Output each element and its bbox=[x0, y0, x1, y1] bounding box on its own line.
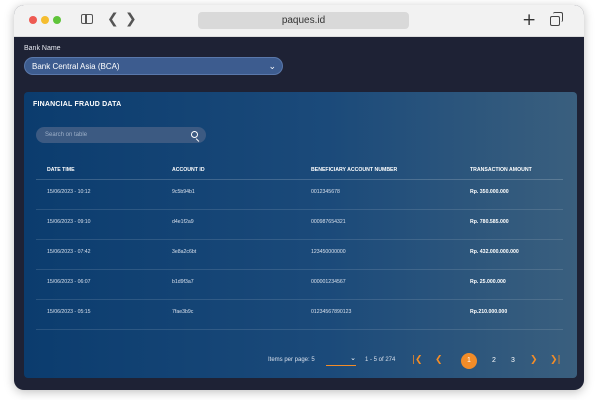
cell-account-id: 9c5b94b1 bbox=[172, 189, 195, 195]
cell-amount: Rp. 25.000.000 bbox=[470, 279, 506, 285]
cell-account-id: d4e1f2a9 bbox=[172, 219, 194, 225]
items-per-page-select[interactable]: ⌄ bbox=[326, 354, 356, 366]
table-row[interactable]: 15/06/2023 - 10:12 9c5b94b1 0012345678 R… bbox=[36, 180, 563, 210]
page-button-2[interactable]: 2 bbox=[486, 353, 502, 369]
column-header-amount[interactable]: TRANSACTION AMOUNT bbox=[470, 167, 532, 173]
table-row[interactable]: 15/06/2023 - 09:10 d4e1f2a9 000987654321… bbox=[36, 210, 563, 240]
column-header-account-id[interactable]: ACCOUNT ID bbox=[172, 167, 205, 173]
search-icon[interactable] bbox=[191, 131, 198, 138]
table-row[interactable]: 15/06/2023 - 07:42 3e8a2c6bt 12345000000… bbox=[36, 240, 563, 270]
fraud-data-panel: FINANCIAL FRAUD DATA Search on table DAT… bbox=[24, 92, 577, 378]
items-per-page-label: Items per page: 5 bbox=[268, 357, 315, 363]
cell-account-id: 3e8a2c6bt bbox=[172, 249, 197, 255]
cell-amount: Rp. 350.000.000 bbox=[470, 189, 509, 195]
last-page-icon[interactable]: ❯| bbox=[550, 353, 561, 367]
chevron-down-icon: ⌄ bbox=[350, 354, 356, 362]
column-header-beneficiary[interactable]: BENEFICIARY ACCOUNT NUMBER bbox=[311, 167, 397, 173]
cell-amount: Rp.210.000.000 bbox=[470, 309, 508, 315]
new-tab-plus-icon[interactable]: + bbox=[522, 10, 536, 30]
cell-beneficiary: 000001234567 bbox=[311, 279, 346, 285]
next-page-icon[interactable]: ❯ bbox=[530, 353, 538, 367]
page-button-3[interactable]: 3 bbox=[505, 353, 521, 369]
panel-title: FINANCIAL FRAUD DATA bbox=[33, 101, 122, 108]
cell-amount: Rp. 432.000.000.000 bbox=[470, 249, 519, 255]
cell-amount: Rp. 780.585.000 bbox=[470, 219, 509, 225]
cell-date: 15/06/2023 - 05:15 bbox=[47, 309, 91, 315]
browser-titlebar: ❮ ❯ paques.id + bbox=[14, 5, 584, 37]
bank-select-dropdown[interactable]: Bank Central Asia (BCA) ⌄ bbox=[24, 57, 283, 75]
table-row[interactable]: 15/06/2023 - 05:15 7fae3b9c 012345678901… bbox=[36, 300, 563, 330]
minimize-window-button[interactable] bbox=[41, 16, 49, 24]
browser-window: ❮ ❯ paques.id + Bank Name Bank Central A… bbox=[14, 5, 584, 390]
cell-date: 15/06/2023 - 06:07 bbox=[47, 279, 91, 285]
cell-beneficiary: 123450000000 bbox=[311, 249, 346, 255]
column-header-date-time[interactable]: DATE TIME bbox=[47, 167, 75, 173]
bank-name-label: Bank Name bbox=[24, 45, 61, 52]
previous-page-icon[interactable]: ❮ bbox=[435, 353, 443, 367]
search-placeholder: Search on table bbox=[45, 132, 88, 138]
page-button-1[interactable]: 1 bbox=[461, 353, 477, 369]
cell-account-id: b1d9f3a7 bbox=[172, 279, 194, 285]
table-search-input[interactable]: Search on table bbox=[36, 127, 206, 143]
first-page-icon[interactable]: |❮ bbox=[412, 353, 423, 367]
cell-beneficiary: 000987654321 bbox=[311, 219, 346, 225]
sidebar-toggle-icon[interactable] bbox=[81, 14, 93, 24]
pagination-range: 1 - 5 of 274 bbox=[365, 357, 396, 363]
forward-arrow-icon[interactable]: ❯ bbox=[125, 11, 137, 27]
show-tabs-icon[interactable] bbox=[550, 12, 563, 26]
cell-date: 15/06/2023 - 07:42 bbox=[47, 249, 91, 255]
back-arrow-icon[interactable]: ❮ bbox=[107, 11, 119, 27]
maximize-window-button[interactable] bbox=[53, 16, 61, 24]
bank-select-value: Bank Central Asia (BCA) bbox=[32, 62, 120, 71]
cell-date: 15/06/2023 - 10:12 bbox=[47, 189, 91, 195]
table-row[interactable]: 15/06/2023 - 06:07 b1d9f3a7 000001234567… bbox=[36, 270, 563, 300]
address-bar[interactable]: paques.id bbox=[198, 12, 409, 29]
cell-account-id: 7fae3b9c bbox=[172, 309, 194, 315]
cell-date: 15/06/2023 - 09:10 bbox=[47, 219, 91, 225]
cell-beneficiary: 01234567890123 bbox=[311, 309, 352, 315]
cell-beneficiary: 0012345678 bbox=[311, 189, 340, 195]
close-window-button[interactable] bbox=[29, 16, 37, 24]
chevron-down-icon: ⌄ bbox=[268, 62, 276, 72]
